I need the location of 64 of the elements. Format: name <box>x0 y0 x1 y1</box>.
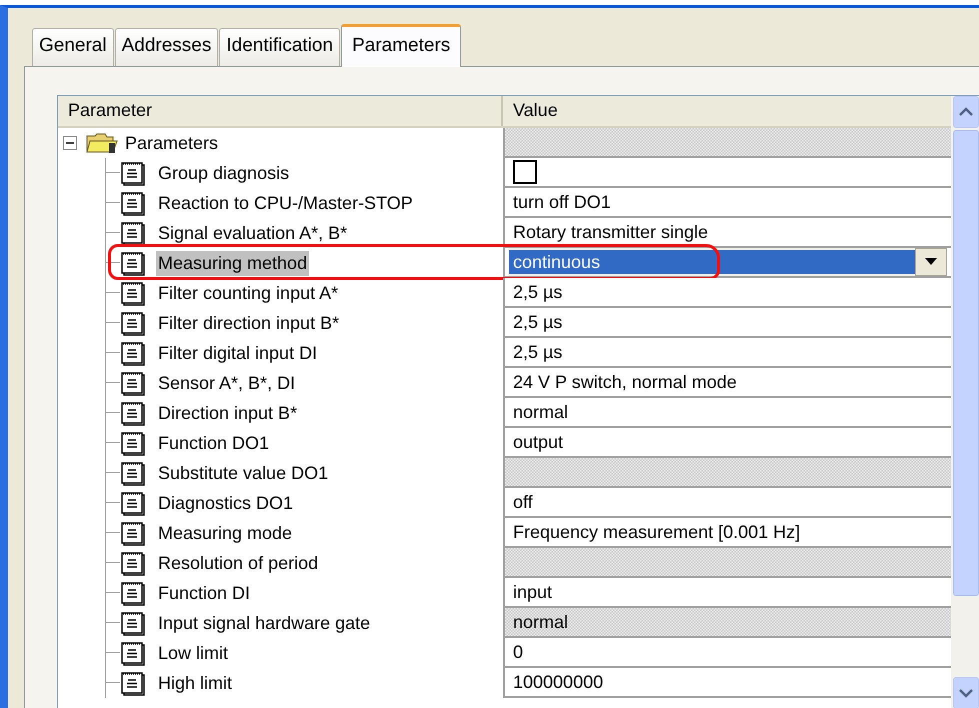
value-text: 2,5 µs <box>513 342 562 362</box>
folder-icon <box>85 131 119 155</box>
tree-line <box>105 218 120 248</box>
tree-line <box>105 278 120 308</box>
value-text: Rotary transmitter single <box>513 222 708 242</box>
value-text: 0 <box>513 642 524 662</box>
document-icon <box>120 220 146 246</box>
document-icon <box>120 280 146 306</box>
document-icon <box>120 160 146 186</box>
tree-line <box>105 458 120 488</box>
value-text: normal <box>513 402 568 422</box>
scrollbar[interactable] <box>951 96 979 708</box>
tree-line <box>105 608 120 638</box>
tree-line <box>105 188 120 218</box>
chevron-down-icon <box>959 688 973 698</box>
value-text: normal <box>513 612 568 632</box>
document-icon <box>120 580 146 606</box>
document-icon <box>120 340 146 366</box>
tab[interactable]: General <box>32 28 114 66</box>
tree-line <box>105 488 120 518</box>
document-icon <box>120 490 146 516</box>
document-icon <box>120 400 146 426</box>
scroll-down-button[interactable] <box>953 677 979 708</box>
tree-line <box>105 398 120 428</box>
document-icon <box>120 550 146 576</box>
value-text: 24 V P switch, normal mode <box>513 372 737 392</box>
tab[interactable]: Addresses <box>114 28 218 66</box>
tab[interactable]: Identification <box>219 28 340 66</box>
tree-line <box>105 578 120 608</box>
caret-icon <box>925 258 937 266</box>
tree-line <box>105 518 120 548</box>
tree-line <box>105 248 120 278</box>
tab[interactable]: Parameters <box>341 24 462 67</box>
value-text: 2,5 µs <box>513 282 562 302</box>
column-header[interactable]: Parameter <box>58 96 503 126</box>
column-header[interactable]: Value <box>503 96 951 126</box>
tree-line <box>105 368 120 398</box>
document-icon <box>120 370 146 396</box>
tree-line <box>105 668 120 698</box>
chevron-up-icon <box>959 107 973 117</box>
tree-line <box>105 548 120 578</box>
document-icon <box>120 520 146 546</box>
document-icon <box>120 190 146 216</box>
scroll-up-button[interactable] <box>953 96 979 128</box>
value-text: 100000000 <box>513 672 604 692</box>
scroll-thumb[interactable] <box>953 130 979 596</box>
value-text: turn off DO1 <box>513 192 611 212</box>
tree-line <box>105 308 120 338</box>
value-text: off <box>513 492 533 512</box>
value-text: Frequency measurement [0.001 Hz] <box>513 522 800 542</box>
value-text: output <box>513 432 564 452</box>
tree-line <box>105 158 120 188</box>
value-text: 2,5 µs <box>513 312 562 332</box>
document-icon <box>120 310 146 336</box>
document-icon <box>120 430 146 456</box>
tree-line <box>105 338 120 368</box>
document-icon <box>120 640 146 666</box>
document-icon <box>120 610 146 636</box>
document-icon <box>120 250 146 276</box>
tree-line <box>105 638 120 668</box>
document-icon <box>120 670 146 696</box>
document-icon <box>120 460 146 486</box>
value-text: input <box>513 582 552 602</box>
tree-line <box>105 428 120 458</box>
